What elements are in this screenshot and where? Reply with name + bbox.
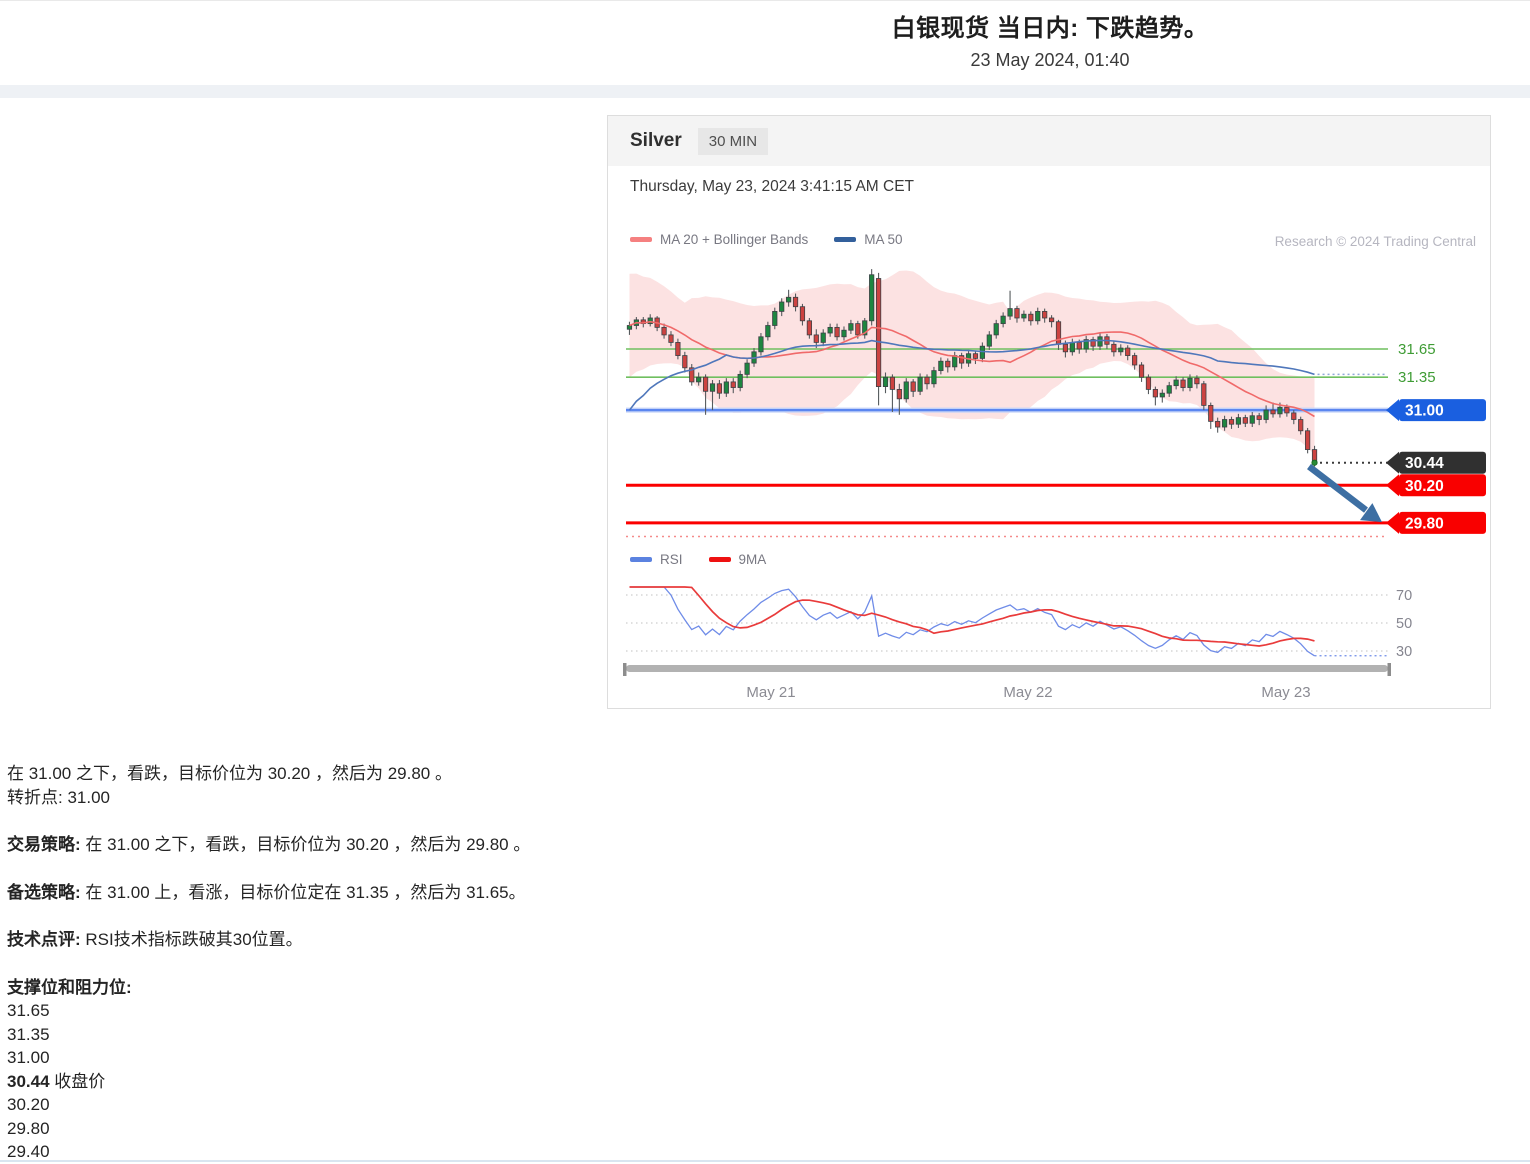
page-date: 23 May 2024, 01:40 (610, 50, 1490, 71)
svg-text:30.44: 30.44 (1405, 455, 1444, 472)
rsi-tick-50: 50 (1396, 616, 1412, 632)
page-title: 白银现货 当日内: 下跌趋势。 (610, 8, 1490, 43)
level-badge-29.80: 29.80 (1386, 512, 1486, 534)
last-close-dot (1312, 460, 1317, 465)
legend-swatch (630, 237, 652, 242)
level-item: 31.65 (7, 999, 1107, 1023)
price-pane: 31.65 31.35 31.00 30.44 30.20 29.80 (626, 269, 1486, 536)
report-header: 白银现货 当日内: 下跌趋势。 23 May 2024, 01:40 (610, 8, 1490, 71)
level-label-31.35: 31.35 (1398, 369, 1436, 386)
price-legend: MA 20 + Bollinger Bands MA 50 (630, 232, 903, 247)
legend-swatch (709, 557, 731, 562)
rsi-tick-70: 70 (1396, 588, 1412, 604)
level-item: 31.35 (7, 1023, 1107, 1047)
section-text: RSI技术指标跌破其30位置。 (81, 930, 303, 949)
analysis-section: 技术点评: RSI技术指标跌破其30位置。 (7, 928, 1107, 952)
analysis-text: 在 31.00 之下，看跌，目标价位为 30.20 ，然后为 29.80 。 转… (7, 762, 1107, 1164)
analysis-section: 备选策略: 在 31.00 上，看涨，目标价位定在 31.35 ，然后为 31.… (7, 881, 1107, 905)
svg-text:29.80: 29.80 (1405, 515, 1444, 532)
top-divider (0, 0, 1530, 1)
legend-item: MA 20 + Bollinger Bands (630, 232, 808, 247)
legend-label: MA 50 (864, 232, 902, 247)
section-text: 在 31.00 之下，看跌，目标价位为 30.20 ，然后为 29.80 。 (81, 835, 531, 854)
bollinger-band (630, 271, 1315, 455)
x-axis-label: May 21 (746, 684, 795, 701)
legend-label: MA 20 + Bollinger Bands (660, 232, 808, 247)
rsi-legend: RSI 9MA (630, 552, 766, 567)
copyright-text: Research © 2024 Trading Central (1275, 234, 1476, 249)
legend-swatch (630, 557, 652, 562)
x-axis-label: May 22 (1003, 684, 1052, 701)
bottom-divider (0, 1160, 1530, 1162)
analysis-section: 交易策略: 在 31.00 之下，看跌，目标价位为 30.20 ，然后为 29.… (7, 833, 1107, 857)
range-slider-right-cap (1388, 663, 1392, 676)
rsi-line (630, 587, 1315, 656)
legend-swatch (834, 237, 856, 242)
level-item: 31.00 (7, 1046, 1107, 1070)
legend-item: MA 50 (834, 232, 902, 247)
legend-label: RSI (660, 552, 683, 567)
trend-arrow-shaft (1309, 467, 1366, 511)
levels-list: 31.6531.3531.0030.44 收盘价30.2029.8029.40 (7, 999, 1107, 1164)
legend-label: 9MA (739, 552, 767, 567)
level-item: 29.80 (7, 1117, 1107, 1141)
section-label: 交易策略: (7, 835, 81, 854)
levels-header-label: 支撑位和阻力位: (7, 978, 132, 997)
summary-line: 在 31.00 之下，看跌，目标价位为 30.20 ，然后为 29.80 。 (7, 764, 452, 783)
level-label-31.65: 31.65 (1398, 341, 1436, 358)
analysis-sections: 交易策略: 在 31.00 之下，看跌，目标价位为 30.20 ，然后为 29.… (7, 833, 1107, 952)
section-text: 在 31.00 上，看涨，目标价位定在 31.35 ，然后为 31.65。 (81, 883, 526, 902)
legend-item: RSI (630, 552, 683, 567)
svg-text:30.20: 30.20 (1405, 478, 1444, 495)
svg-text:31.00: 31.00 (1405, 403, 1444, 420)
range-slider-left-cap (623, 663, 627, 676)
levels-header: 支撑位和阻力位: (7, 976, 1107, 1000)
level-badge-30.20: 30.20 (1386, 474, 1486, 496)
rsi-9ma-line (630, 587, 1315, 646)
section-label: 备选策略: (7, 883, 81, 902)
rsi-tick-30: 30 (1396, 644, 1412, 660)
price-rsi-chart[interactable]: 31.65 31.35 31.00 30.44 30.20 29.80 70 50 30 May … (608, 116, 1490, 708)
range-slider[interactable] (626, 665, 1388, 672)
section-label: 技术点评: (7, 930, 81, 949)
level-value-bold: 30.44 (7, 1072, 50, 1091)
legend-item: 9MA (709, 552, 767, 567)
chart-card: Silver 30 MIN Thursday, May 23, 2024 3:4… (607, 115, 1491, 709)
summary-paragraph: 在 31.00 之下，看跌，目标价位为 30.20 ，然后为 29.80 。 转… (7, 762, 1107, 809)
pivot-line: 转折点: 31.00 (7, 788, 110, 807)
x-axis-label: May 23 (1261, 684, 1310, 701)
rsi-pane: 70 50 30 (626, 587, 1412, 660)
level-item: 30.20 (7, 1093, 1107, 1117)
header-separator-band (0, 85, 1530, 98)
level-badge-31.00: 31.00 (1386, 399, 1486, 421)
level-badge-30.44: 30.44 (1386, 452, 1486, 474)
level-item: 30.44 收盘价 (7, 1070, 1107, 1094)
x-axis: May 21 May 22 May 23 (623, 663, 1391, 701)
